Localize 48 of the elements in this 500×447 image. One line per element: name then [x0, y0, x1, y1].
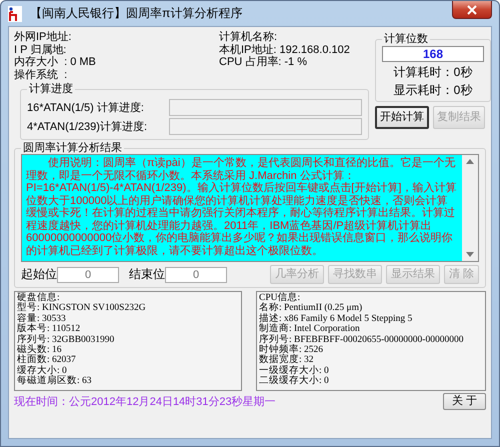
disk-info-text: 容量: 30533: [17, 314, 67, 324]
system-info-text: 操作系统 :: [14, 68, 68, 81]
scrollbar[interactable]: [462, 155, 478, 261]
progress-label: 4*ATAN(1/239)计算进度:: [27, 120, 148, 134]
system-info-text: CPU 占用率: -1 %: [219, 56, 308, 68]
current-time-text: 现在时间：公元2012年12月24日14时31分23秒星期一: [14, 395, 276, 409]
close-icon[interactable]: [467, 4, 477, 14]
disk-info-text: 柱面数: 62037: [17, 355, 77, 366]
cpu-info-text: 序列号: BFEBFBFF-00020655-00000000-00000000: [259, 334, 464, 345]
scroll-down-icon[interactable]: [466, 252, 474, 257]
about-button[interactable]: 关 于: [442, 393, 486, 410]
cpu-info-text: 描述: x86 Family 6 Model 5 Stepping 5: [259, 314, 414, 324]
disk-info-text: 磁头数: 16: [17, 345, 63, 356]
cpu-info-text: 一级缓存大小: 0: [259, 366, 330, 376]
disk-info-text: 缓存大小: 0: [17, 366, 67, 376]
cpu-info-text: 二级缓存大小: 0: [259, 376, 330, 387]
system-info-text: 内存大小 : 0 MB: [14, 56, 97, 68]
cpu-info-text: CPU信息:: [259, 293, 302, 303]
disk-info-text: 型号: KINGSTON SV100S232G: [17, 303, 147, 314]
close-button[interactable]: [452, 1, 492, 19]
progress-label: 16*ATAN(1/5) 计算进度:: [27, 100, 145, 115]
disk-info-text: 硬盘信息:: [17, 293, 61, 303]
display-time-text: 显示耗时：0秒: [394, 82, 472, 98]
calc-time-text: 计算耗时：0秒: [394, 64, 472, 80]
cpu-info-text: 时钟频率: 2526: [259, 345, 324, 356]
instructions-text: 使用说明：圆周率（π读pài）是一个常数，是代表圆周长和直径的比值。它是一个无理数，即是一个无限不循环小数。本系统采用 J.Marchin 公式计算：PI=16*ATAN(1/5)-4*ATAN(1/239)。输入计算位数后按回车键或点击[开始计算]，输入计算位数大于100000以上的用户请确保您的计算机计算处理能力速度是否快速，否则会计算缓慢或卡死！在计算的过程当中请勿强行关闭本程序，耐心等待程序计算出结果。计算过程速度越快，您的计算机处理能力越强。2011年，IBM蓝色基因/P超级计算机计算出60000000000000位小数，你的电脑能算出多少呢？如果出现错误信息窗口，那么说明你的计算机已经到了计算极限，请不要计算超出这个极限位数。: [25, 156, 458, 258]
cpu-info-text: 制造商: Intel Corporation: [259, 324, 361, 334]
system-info-text: 外网IP地址:: [14, 31, 72, 44]
cpu-info-text: 名称: PentiumII (0.25 μm): [259, 303, 364, 314]
group-title: 圆周率计算分析结果: [22, 142, 123, 154]
end-label: 结束位: [129, 266, 165, 283]
disk-info-text: 序列号: 32GBB0031990: [17, 334, 116, 345]
window-title: 【闽南人民银行】圆周率π计算分析程序: [30, 5, 242, 22]
cpu-info-text: 数据宽度: 32: [259, 355, 314, 366]
group-title: 计算位数: [383, 33, 429, 45]
digits-input[interactable]: 168: [382, 46, 484, 62]
start-input[interactable]: 0: [57, 266, 119, 282]
end-input[interactable]: 0: [165, 266, 227, 282]
system-info-text: 本机IP地址: 192.168.0.102: [219, 44, 351, 56]
start-button[interactable]: 开始计算: [375, 106, 429, 129]
app-icon: [8, 6, 22, 22]
group-title: 计算进度: [28, 83, 74, 95]
disk-info-text: 每磁道扇区数: 63: [17, 376, 93, 387]
start-label: 起始位: [21, 266, 57, 283]
disk-info-text: 版本号: 110512: [17, 324, 82, 334]
system-info-text: 计算机名称:: [219, 31, 278, 44]
scroll-up-icon[interactable]: [466, 159, 474, 164]
system-info-text: I P 归属地:: [14, 44, 68, 56]
